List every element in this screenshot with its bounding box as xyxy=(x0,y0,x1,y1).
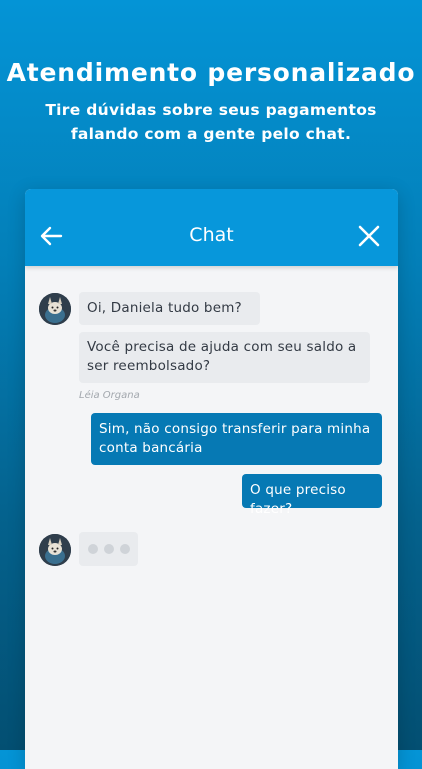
typing-dot xyxy=(87,544,98,554)
dog-avatar-icon xyxy=(39,293,71,325)
close-icon xyxy=(358,225,380,247)
typing-dot xyxy=(119,544,130,554)
close-button[interactable] xyxy=(356,223,382,249)
agent-message: Você precisa de ajuda com seu saldo a se… xyxy=(79,332,370,383)
chat-title: Chat xyxy=(189,224,234,246)
typing-indicator xyxy=(79,532,138,566)
hero-title: Atendimento personalizado xyxy=(6,58,416,87)
user-message: Sim, não consigo transferir para minha c… xyxy=(91,413,382,465)
typing-dot xyxy=(103,544,114,554)
chat-header: Chat xyxy=(25,189,398,266)
hero-subtitle: Tire dúvidas sobre seus pagamentos falan… xyxy=(45,101,377,143)
agent-avatar xyxy=(39,534,71,566)
user-message: O que preciso fazer? xyxy=(242,474,382,517)
agent-avatar xyxy=(39,293,71,325)
agent-name: Léia Organa xyxy=(79,390,140,401)
chat-window: Chat Oi, Daniela tudo bem? Você precisa … xyxy=(25,189,398,769)
agent-message: Oi, Daniela tudo bem? xyxy=(79,292,260,325)
dog-avatar-icon xyxy=(39,534,71,566)
